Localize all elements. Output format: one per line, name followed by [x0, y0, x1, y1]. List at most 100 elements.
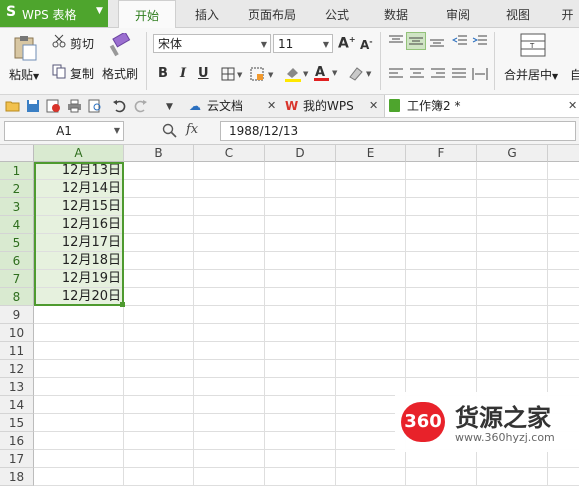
- insert-function-button[interactable]: fx: [186, 122, 198, 137]
- cell[interactable]: [336, 342, 406, 360]
- cell[interactable]: [336, 162, 406, 180]
- tab-formulas[interactable]: 公式: [313, 0, 361, 27]
- font-size-select[interactable]: 11 ▼: [273, 34, 333, 53]
- cell[interactable]: [477, 360, 548, 378]
- cell[interactable]: [34, 432, 124, 450]
- cell[interactable]: [406, 306, 477, 324]
- align-center-icon[interactable]: [409, 67, 425, 84]
- align-left-icon[interactable]: [388, 67, 404, 84]
- cell[interactable]: [265, 450, 336, 468]
- align-middle-icon[interactable]: [406, 32, 426, 50]
- open-folder-icon[interactable]: [5, 99, 20, 115]
- column-header-h[interactable]: [548, 145, 579, 162]
- cell[interactable]: [336, 450, 406, 468]
- cell[interactable]: [194, 468, 265, 486]
- row-header-10[interactable]: 10: [0, 324, 34, 342]
- cell[interactable]: [265, 162, 336, 180]
- cell[interactable]: [336, 360, 406, 378]
- close-icon[interactable]: ✕: [267, 95, 276, 117]
- autofit-button[interactable]: 自: [570, 66, 579, 83]
- cell[interactable]: [194, 324, 265, 342]
- cell[interactable]: [194, 216, 265, 234]
- cell[interactable]: [265, 234, 336, 252]
- cell[interactable]: [477, 468, 548, 486]
- cell[interactable]: 12月14日: [34, 180, 124, 198]
- row-header-7[interactable]: 7: [0, 270, 34, 288]
- cell[interactable]: [124, 180, 194, 198]
- cell[interactable]: [477, 324, 548, 342]
- cell[interactable]: [194, 270, 265, 288]
- align-top-icon[interactable]: [388, 34, 404, 51]
- cell[interactable]: [548, 306, 579, 324]
- cell[interactable]: [548, 342, 579, 360]
- cell[interactable]: [124, 468, 194, 486]
- tab-home[interactable]: 开始: [118, 0, 176, 29]
- cell[interactable]: [265, 288, 336, 306]
- cell[interactable]: [406, 270, 477, 288]
- doc-tab-cloud[interactable]: ☁ 云文档 ✕: [185, 95, 277, 117]
- cell[interactable]: [477, 270, 548, 288]
- column-header-b[interactable]: B: [124, 145, 194, 162]
- print-preview-icon[interactable]: [88, 99, 103, 116]
- cell[interactable]: [336, 180, 406, 198]
- cell[interactable]: [265, 360, 336, 378]
- paste-icon[interactable]: [12, 34, 38, 65]
- decrease-font-size-icon[interactable]: A-: [360, 37, 373, 52]
- cell[interactable]: [124, 270, 194, 288]
- cell[interactable]: [477, 342, 548, 360]
- cell[interactable]: [124, 234, 194, 252]
- align-right-icon[interactable]: [430, 67, 446, 84]
- undo-icon[interactable]: [112, 99, 126, 116]
- close-icon[interactable]: ✕: [568, 95, 577, 117]
- cell[interactable]: [406, 216, 477, 234]
- tab-developer[interactable]: 开: [556, 0, 579, 27]
- cell[interactable]: [265, 198, 336, 216]
- row-header-18[interactable]: 18: [0, 468, 34, 486]
- cell[interactable]: [265, 306, 336, 324]
- cell[interactable]: 12月18日: [34, 252, 124, 270]
- row-header-3[interactable]: 3: [0, 198, 34, 216]
- export-pdf-icon[interactable]: [46, 99, 62, 116]
- cell[interactable]: [34, 468, 124, 486]
- cell[interactable]: [406, 180, 477, 198]
- cell[interactable]: [406, 234, 477, 252]
- cell[interactable]: [124, 450, 194, 468]
- increase-indent-icon[interactable]: [472, 34, 488, 51]
- row-header-8[interactable]: 8: [0, 288, 34, 306]
- cell[interactable]: [34, 378, 124, 396]
- name-box[interactable]: A1 ▼: [4, 121, 124, 141]
- cell[interactable]: [265, 468, 336, 486]
- underline-button[interactable]: U: [198, 66, 209, 81]
- merge-center-icon[interactable]: T: [520, 33, 546, 60]
- cell[interactable]: [124, 360, 194, 378]
- cell[interactable]: [477, 252, 548, 270]
- copy-icon[interactable]: [52, 64, 66, 82]
- row-header-13[interactable]: 13: [0, 378, 34, 396]
- row-header-2[interactable]: 2: [0, 180, 34, 198]
- cell[interactable]: [265, 252, 336, 270]
- format-painter-icon[interactable]: [108, 31, 132, 62]
- cell[interactable]: [194, 432, 265, 450]
- scissors-icon[interactable]: [52, 34, 66, 51]
- cell[interactable]: 12月15日: [34, 198, 124, 216]
- cell[interactable]: [477, 216, 548, 234]
- cell[interactable]: [194, 198, 265, 216]
- cell[interactable]: [194, 342, 265, 360]
- cell[interactable]: [477, 180, 548, 198]
- cell[interactable]: [477, 288, 548, 306]
- paste-button[interactable]: 粘贴▼: [9, 66, 39, 83]
- cell[interactable]: [406, 468, 477, 486]
- cell[interactable]: 12月19日: [34, 270, 124, 288]
- cell[interactable]: [34, 396, 124, 414]
- cell[interactable]: [477, 162, 548, 180]
- cell[interactable]: [548, 450, 579, 468]
- customize-toolbar-icon[interactable]: ▼: [166, 102, 173, 112]
- formula-input[interactable]: 1988/12/13: [220, 121, 576, 141]
- row-header-6[interactable]: 6: [0, 252, 34, 270]
- cell[interactable]: [265, 216, 336, 234]
- cell[interactable]: [124, 324, 194, 342]
- italic-button[interactable]: I: [180, 66, 186, 81]
- row-header-12[interactable]: 12: [0, 360, 34, 378]
- cell[interactable]: [265, 180, 336, 198]
- cell[interactable]: [548, 360, 579, 378]
